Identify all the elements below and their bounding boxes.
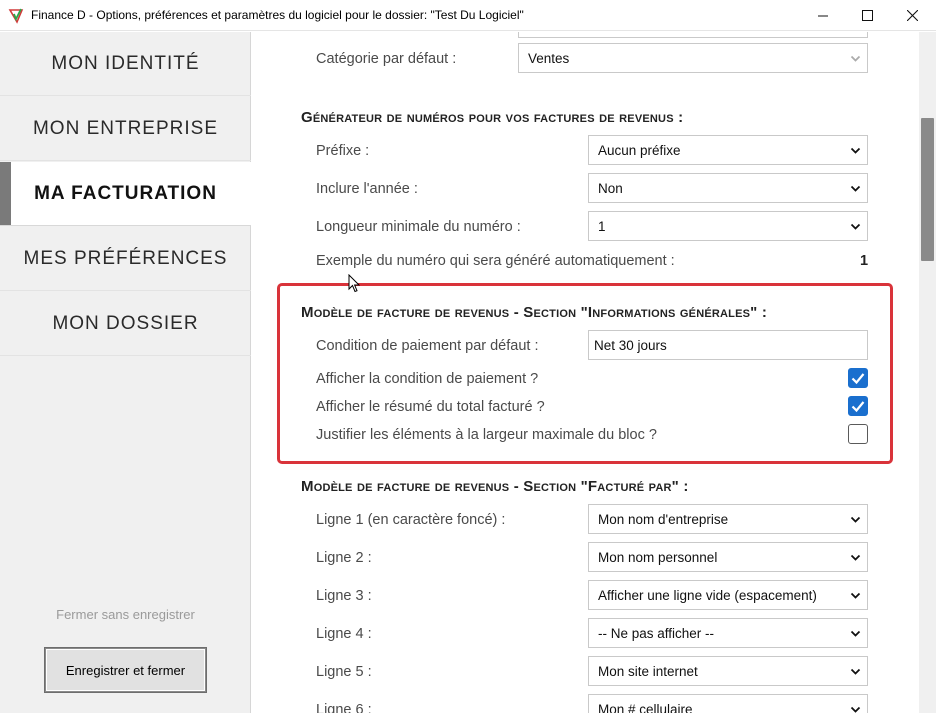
checkmark-icon [851,373,865,385]
settings-panel: Catégorie par défaut : Ventes Générateur… [251,32,919,713]
min-length-value: 1 [598,218,606,234]
payment-condition-input[interactable]: Net 30 jours [588,330,868,360]
close-icon [906,10,918,21]
justify-elements-checkbox[interactable] [848,424,868,444]
default-category-value: Ventes [528,50,570,66]
chevron-down-icon [850,668,861,675]
prefix-select[interactable]: Aucun préfixe [588,135,868,165]
include-year-select[interactable]: Non [588,173,868,203]
line-1-label: Ligne 1 (en caractère foncé) : [316,512,506,528]
sidebar-item-folder[interactable]: MON DOSSIER [0,292,251,356]
default-category-label: Catégorie par défaut : [316,51,457,67]
min-length-select[interactable]: 1 [588,211,868,241]
line-5-select[interactable]: Mon site internet [588,656,868,686]
minimize-icon [818,15,828,16]
save-and-close-button[interactable]: Enregistrer et fermer [45,648,206,692]
line-5-label: Ligne 5 : [316,664,372,680]
line-4-select[interactable]: -- Ne pas afficher -- [588,618,868,648]
line-3-label: Ligne 3 : [316,588,372,604]
line-2-label: Ligne 2 : [316,550,372,566]
min-length-label: Longueur minimale du numéro : [316,219,521,235]
chevron-down-icon [850,592,861,599]
window-title: Finance D - Options, préférences et para… [31,8,524,22]
example-number-value: 1 [860,253,869,269]
scrollbar-thumb[interactable] [921,118,934,261]
chevron-down-icon [850,185,861,192]
vertical-scrollbar[interactable] [919,32,936,713]
prefix-value: Aucun préfixe [598,142,681,158]
show-payment-condition-checkbox[interactable] [848,368,868,388]
show-payment-condition-label: Afficher la condition de paiement ? [316,371,539,387]
sidebar-item-identity[interactable]: MON IDENTITÉ [0,32,251,96]
line-6-label: Ligne 6 : [316,702,372,713]
line-2-value: Mon nom personnel [598,549,718,565]
default-category-select[interactable]: Ventes [518,43,868,73]
chevron-down-icon [850,706,861,713]
minimize-button[interactable] [800,0,846,31]
maximize-button[interactable] [844,0,890,31]
generator-section-title: Générateur de numéros pour vos factures … [301,109,684,126]
title-bar: Finance D - Options, préférences et para… [0,0,936,31]
maximize-icon [861,10,873,21]
checkmark-icon [851,401,865,413]
chevron-down-icon [850,55,861,62]
close-button[interactable] [889,0,935,31]
line-4-label: Ligne 4 : [316,626,372,642]
close-without-saving-link[interactable]: Fermer sans enregistrer [0,607,251,622]
show-total-summary-label: Afficher le résumé du total facturé ? [316,399,545,415]
sidebar: MON IDENTITÉ MON ENTREPRISE MA FACTURATI… [0,32,251,713]
line-3-select[interactable]: Afficher une ligne vide (espacement) [588,580,868,610]
sidebar-item-preferences[interactable]: MES PRÉFÉRENCES [0,227,251,291]
chevron-down-icon [850,516,861,523]
line-1-select[interactable]: Mon nom d'entreprise [588,504,868,534]
line-2-select[interactable]: Mon nom personnel [588,542,868,572]
sidebar-item-billing[interactable]: MA FACTURATION [0,162,251,226]
previous-field-select[interactable] [518,32,868,38]
show-total-summary-checkbox[interactable] [848,396,868,416]
line-1-value: Mon nom d'entreprise [598,511,729,527]
justify-elements-label: Justifier les éléments à la largeur maxi… [316,427,657,443]
billed-by-section-title: Modèle de facture de revenus - Section "… [301,478,689,495]
mouse-pointer-icon [348,274,360,293]
include-year-value: Non [598,180,623,196]
sidebar-item-company[interactable]: MON ENTREPRISE [0,97,251,161]
payment-condition-value: Net 30 jours [594,337,667,353]
line-6-select[interactable]: Mon # cellulaire [588,694,868,713]
line-4-value: -- Ne pas afficher -- [598,625,715,641]
example-number-label: Exemple du numéro qui sera généré automa… [316,253,675,269]
payment-condition-label: Condition de paiement par défaut : [316,338,539,354]
include-year-label: Inclure l'année : [316,181,418,197]
chevron-down-icon [850,554,861,561]
prefix-label: Préfixe : [316,143,370,159]
line-6-value: Mon # cellulaire [598,701,693,713]
chevron-down-icon [850,223,861,230]
line-3-value: Afficher une ligne vide (espacement) [598,587,817,603]
app-logo-icon [8,8,24,24]
line-5-value: Mon site internet [598,663,698,679]
general-info-section-title: Modèle de facture de revenus - Section "… [301,304,768,321]
chevron-down-icon [850,630,861,637]
chevron-down-icon [850,147,861,154]
